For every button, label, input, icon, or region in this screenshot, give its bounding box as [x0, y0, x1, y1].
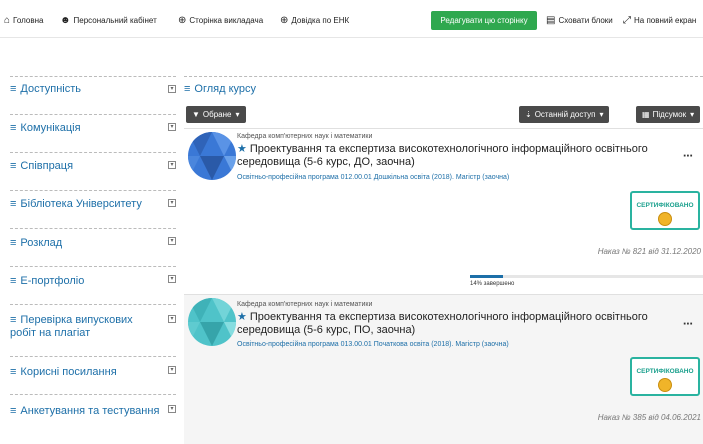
course-program[interactable]: Освітньо-професійна програма 012.00.01 Д… — [237, 174, 509, 181]
collapse-toggle-icon[interactable]: ▾ — [168, 275, 176, 283]
sidebar-item-eportfolio[interactable]: ≡ Е-портфоліо ▾ — [10, 266, 176, 304]
course-overview-title: ≡ Огляд курсу — [184, 83, 257, 95]
menu-icon: ≡ — [10, 83, 17, 95]
sidebar-item-plagiarism[interactable]: ≡ Перевірка випускових робіт на плагіат ▾ — [10, 304, 176, 356]
navbar-divider — [0, 37, 703, 38]
sidebar-item-label: Співпраця — [20, 160, 74, 172]
course-card[interactable]: Кафедра комп'ютерних наук і математики ★… — [184, 294, 703, 444]
course-program[interactable]: Освітньо-професійна програма 013.00.01 П… — [237, 341, 509, 348]
grid-icon: ▦ — [642, 110, 650, 119]
expand-icon: ⤢ — [623, 15, 631, 26]
progress-bar — [470, 275, 703, 278]
nav-home[interactable]: ⌂ Головна — [4, 15, 43, 26]
course-image — [188, 132, 236, 180]
star-icon[interactable]: ★ — [237, 143, 247, 155]
collapse-toggle-icon[interactable]: ▾ — [168, 199, 176, 207]
collapse-toggle-icon[interactable]: ▾ — [168, 85, 176, 93]
menu-icon: ≡ — [10, 160, 17, 172]
sidebar-item-label: Корисні посилання — [20, 366, 117, 378]
menu-icon: ≡ — [10, 122, 17, 134]
nav-teacher-page[interactable]: ⊕ Сторінка викладача — [178, 15, 263, 26]
sidebar-item-communication[interactable]: ≡ Комунікація ▾ — [10, 114, 176, 152]
hide-blocks-button[interactable]: ▤ Сховати блоки — [546, 15, 613, 26]
course-title[interactable]: ★ Проектування та експертиза високотехнол… — [237, 143, 667, 169]
collapse-toggle-icon[interactable]: ▾ — [168, 315, 176, 323]
star-icon[interactable]: ★ — [237, 311, 247, 323]
sidebar-item-label: Е-портфоліо — [20, 275, 85, 287]
sidebar-item-label: Перевірка випускових робіт на плагіат — [10, 314, 133, 339]
sidebar-item-library[interactable]: ≡ Бібліотека Університету ▾ — [10, 190, 176, 228]
course-card[interactable]: Кафедра комп'ютерних наук і математики ★… — [184, 128, 703, 294]
menu-icon: ≡ — [10, 366, 17, 378]
fullscreen-button[interactable]: ⤢ На повний екран — [623, 15, 696, 26]
sidebar-item-label: Комунікація — [20, 122, 81, 134]
course-department: Кафедра комп'ютерних наук і математики — [237, 301, 373, 308]
more-actions-icon[interactable]: ⋯ — [683, 151, 693, 162]
menu-icon: ≡ — [10, 237, 17, 249]
certified-badge: СЕРТИФІКОВАНО — [630, 357, 700, 396]
edit-page-button[interactable]: Редагувати цю сторінку — [431, 11, 537, 30]
collapse-toggle-icon[interactable]: ▾ — [168, 161, 176, 169]
sort-icon: ⇣ — [525, 110, 532, 119]
home-icon: ⌂ — [4, 15, 11, 26]
order-text: Наказ № 821 від 31.12.2020 — [597, 247, 701, 256]
more-actions-icon[interactable]: ⋯ — [683, 319, 693, 330]
medal-icon — [658, 378, 672, 392]
sidebar-item-collaboration[interactable]: ≡ Співпраця ▾ — [10, 152, 176, 190]
course-overview-divider — [184, 76, 703, 77]
sidebar-item-label: Розклад — [20, 237, 63, 249]
menu-icon: ≡ — [10, 405, 17, 417]
sidebar-item-label: Бібліотека Університету — [20, 198, 142, 210]
course-department: Кафедра комп'ютерних наук і математики — [237, 133, 373, 140]
medal-icon — [658, 212, 672, 226]
sidebar-item-label: Доступність — [20, 83, 82, 95]
fullscreen-label: На повний екран — [634, 16, 697, 25]
nav-home-label: Головна — [13, 16, 44, 25]
sidebar-item-schedule[interactable]: ≡ Розклад ▾ — [10, 228, 176, 266]
collapse-toggle-icon[interactable]: ▾ — [168, 237, 176, 245]
menu-icon: ≡ — [10, 198, 17, 210]
progress-bar-fill — [470, 275, 503, 278]
hide-blocks-label: Сховати блоки — [558, 16, 613, 25]
filter-icon: ▼ — [192, 110, 200, 119]
nav-teacher-page-label: Сторінка викладача — [189, 16, 264, 25]
collapse-toggle-icon[interactable]: ▾ — [168, 123, 176, 131]
collapse-toggle-icon[interactable]: ▾ — [168, 366, 176, 374]
menu-icon: ≡ — [10, 314, 17, 326]
sidebar-item-accessibility[interactable]: ≡ Доступність ▾ — [10, 76, 176, 114]
hide-blocks-icon: ▤ — [546, 15, 556, 26]
globe-icon: ⊕ — [280, 15, 289, 26]
sidebar-item-surveys[interactable]: ≡ Анкетування та тестування ▾ — [10, 394, 176, 444]
chevron-down-icon: ▾ — [690, 110, 695, 119]
sort-dropdown[interactable]: ⇣ Останній доступ ▾ — [519, 106, 610, 123]
course-image — [188, 298, 236, 346]
globe-icon: ⊕ — [178, 15, 187, 26]
menu-icon: ≡ — [10, 275, 17, 287]
filter-dropdown[interactable]: ▼ Обране ▾ — [186, 106, 246, 123]
menu-icon: ≡ — [184, 83, 191, 95]
sidebar-item-label: Анкетування та тестування — [20, 405, 160, 417]
view-dropdown[interactable]: ▦ Підсумок ▾ — [636, 106, 701, 123]
certified-badge: СЕРТИФІКОВАНО — [630, 191, 700, 230]
chevron-down-icon: ▾ — [235, 110, 240, 119]
users-icon: ☻ — [60, 15, 71, 26]
collapse-toggle-icon[interactable]: ▾ — [168, 405, 176, 413]
nav-help-label: Довідка по ЕНК — [291, 16, 350, 25]
nav-help[interactable]: ⊕ Довідка по ЕНК — [280, 15, 349, 26]
order-text: Наказ № 385 від 04.06.2021 — [597, 413, 701, 422]
chevron-down-icon: ▾ — [599, 110, 604, 119]
sidebar-item-links[interactable]: ≡ Корисні посилання ▾ — [10, 356, 176, 394]
nav-cabinet-label: Персональний кабінет — [73, 16, 157, 25]
nav-cabinet[interactable]: ☻ Персональний кабінет — [60, 15, 157, 26]
progress-text: 14% завершено — [470, 281, 515, 287]
course-title[interactable]: ★ Проектування та експертиза високотехнол… — [237, 311, 667, 337]
